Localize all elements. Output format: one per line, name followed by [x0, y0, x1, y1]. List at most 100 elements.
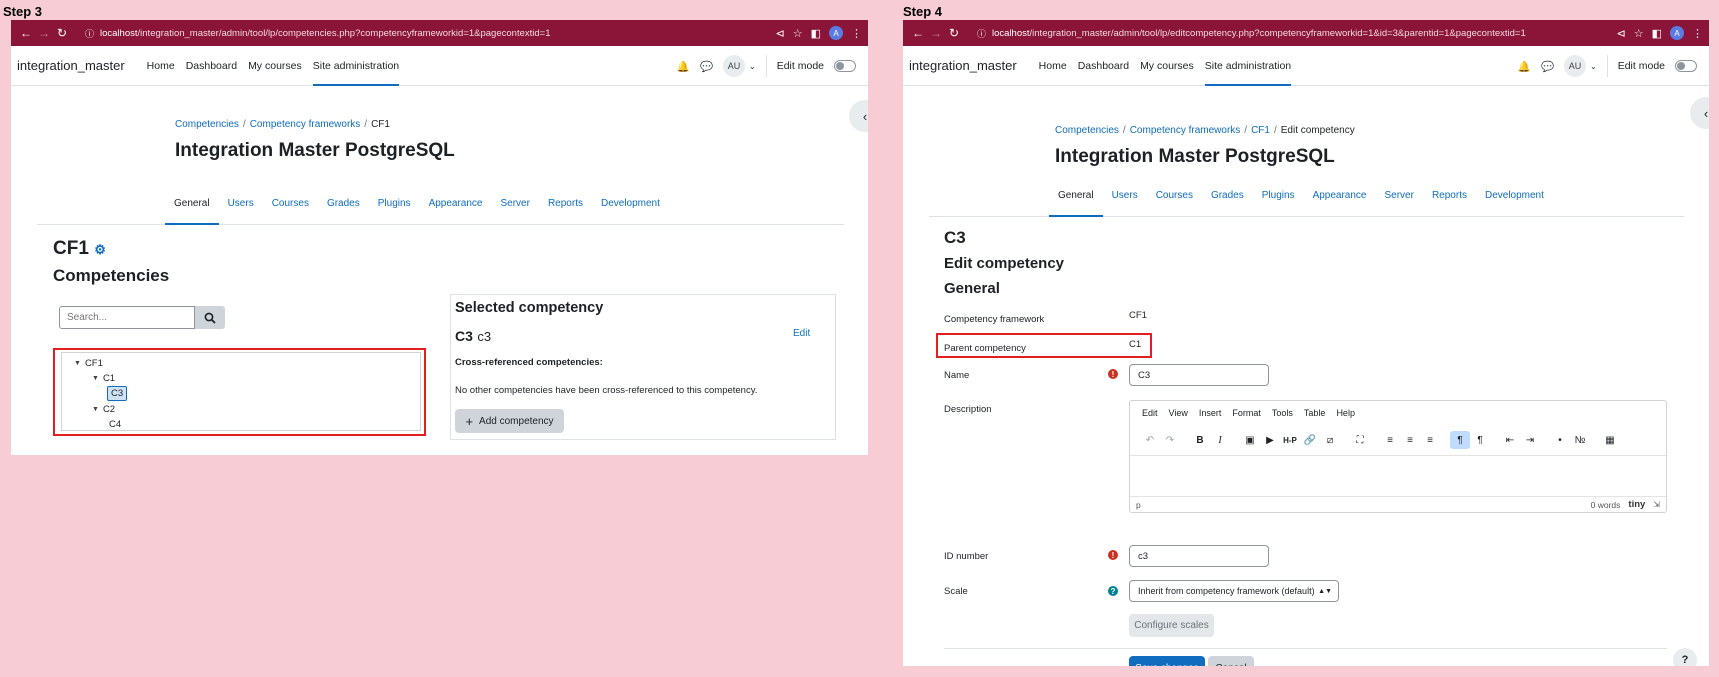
site-info-icon[interactable]: ⓘ [85, 27, 94, 40]
reload-icon[interactable]: ↻ [945, 26, 963, 40]
back-arrow-icon[interactable]: ← [909, 26, 927, 40]
tab-general[interactable]: General [165, 184, 219, 225]
add-competency-button[interactable]: + Add competency [455, 409, 564, 433]
align-left-icon[interactable]: ≡ [1380, 431, 1400, 449]
align-right-icon[interactable]: ≡ [1420, 431, 1440, 449]
notification-bell-icon[interactable]: 🔔 [1518, 60, 1531, 73]
tab-grades[interactable]: Grades [318, 184, 369, 224]
side-panel-icon[interactable]: ◧ [811, 27, 821, 40]
tab-plugins[interactable]: Plugins [1253, 176, 1304, 216]
user-menu[interactable]: AU ⌄ [723, 55, 756, 77]
numbered-list-icon[interactable]: № [1570, 431, 1590, 449]
nav-home[interactable]: Home [1039, 46, 1067, 86]
editor-menu-format[interactable]: Format [1232, 408, 1261, 418]
bullet-list-icon[interactable]: • [1550, 431, 1570, 449]
editor-menu-help[interactable]: Help [1336, 408, 1355, 418]
tab-server[interactable]: Server [1376, 176, 1423, 216]
gear-icon[interactable]: ⚙ [94, 242, 106, 257]
description-editor[interactable]: Edit View Insert Format Tools Table Help… [1129, 400, 1667, 513]
tab-users[interactable]: Users [1103, 176, 1147, 216]
forward-arrow-icon[interactable]: → [927, 26, 945, 40]
messages-icon[interactable]: 💬 [1541, 60, 1554, 73]
edit-link[interactable]: Edit [793, 328, 810, 339]
editor-content-area[interactable] [1130, 455, 1666, 489]
editor-menu-table[interactable]: Table [1304, 408, 1326, 418]
editor-menu-edit[interactable]: Edit [1142, 408, 1158, 418]
site-brand[interactable]: integration_master [909, 58, 1017, 73]
site-info-icon[interactable]: ⓘ [977, 27, 986, 40]
help-icon[interactable]: ? [1108, 586, 1118, 596]
tree-node-c1[interactable]: ▼ C1 [92, 373, 115, 384]
nav-my-courses[interactable]: My courses [1140, 46, 1194, 86]
tab-users[interactable]: Users [219, 184, 263, 224]
reload-icon[interactable]: ↻ [53, 26, 71, 40]
ltr-icon[interactable]: ¶ [1450, 431, 1470, 449]
breadcrumb-competencies[interactable]: Competencies [1055, 125, 1119, 136]
link-icon[interactable]: 🔗 [1300, 431, 1320, 449]
search-input[interactable] [59, 306, 195, 329]
italic-icon[interactable]: I [1210, 431, 1230, 449]
redo-icon[interactable]: ↷ [1160, 431, 1180, 449]
forward-arrow-icon[interactable]: → [35, 26, 53, 40]
tab-courses[interactable]: Courses [1147, 176, 1202, 216]
tab-server[interactable]: Server [492, 184, 539, 224]
indent-icon[interactable]: ⇥ [1520, 431, 1540, 449]
page-help-button[interactable]: ? [1673, 648, 1697, 666]
share-icon[interactable]: ⊲ [1617, 27, 1626, 40]
tree-node-cf1[interactable]: ▼ CF1 [74, 358, 103, 369]
browser-profile-avatar[interactable]: A [829, 26, 843, 40]
user-menu[interactable]: AU ⌄ [1564, 55, 1597, 77]
unlink-icon[interactable]: ⧄ [1320, 431, 1340, 449]
tab-reports[interactable]: Reports [1423, 176, 1476, 216]
notification-bell-icon[interactable]: 🔔 [677, 60, 690, 73]
address-bar[interactable]: ⓘ localhost /integration_master/admin/to… [969, 23, 1611, 43]
bookmark-star-icon[interactable]: ☆ [1634, 27, 1644, 40]
search-button[interactable] [195, 306, 225, 329]
nav-my-courses[interactable]: My courses [248, 46, 302, 86]
site-brand[interactable]: integration_master [17, 58, 125, 73]
edit-mode-toggle[interactable] [1675, 60, 1697, 72]
fullscreen-icon[interactable]: ⛶ [1350, 431, 1370, 449]
back-arrow-icon[interactable]: ← [17, 26, 35, 40]
tab-development[interactable]: Development [1476, 176, 1553, 216]
tree-node-c3[interactable]: C3 [107, 386, 128, 401]
outdent-icon[interactable]: ⇤ [1500, 431, 1520, 449]
nav-site-administration[interactable]: Site administration [312, 46, 400, 86]
h5p-icon[interactable]: H‑P [1280, 431, 1300, 449]
nav-dashboard[interactable]: Dashboard [186, 46, 237, 86]
bookmark-star-icon[interactable]: ☆ [793, 27, 803, 40]
calculator-icon[interactable]: ▦ [1600, 431, 1620, 449]
idnumber-input[interactable] [1129, 545, 1269, 567]
save-changes-button[interactable]: Save changes [1129, 656, 1205, 666]
tab-general[interactable]: General [1049, 176, 1103, 217]
breadcrumb-frameworks[interactable]: Competency frameworks [250, 119, 361, 130]
cancel-button[interactable]: Cancel [1208, 656, 1254, 666]
open-drawer-button[interactable]: ‹ [849, 100, 868, 132]
editor-menu-tools[interactable]: Tools [1272, 408, 1293, 418]
open-drawer-button[interactable]: ‹ [1690, 97, 1709, 129]
breadcrumb-competencies[interactable]: Competencies [175, 119, 239, 130]
tab-development[interactable]: Development [592, 184, 669, 224]
tree-node-c2[interactable]: ▼ C2 [92, 404, 115, 415]
nav-dashboard[interactable]: Dashboard [1078, 46, 1129, 86]
tab-appearance[interactable]: Appearance [420, 184, 492, 224]
edit-mode-toggle[interactable] [834, 60, 856, 72]
address-bar[interactable]: ⓘ localhost /integration_master/admin/to… [77, 23, 770, 43]
tab-grades[interactable]: Grades [1202, 176, 1253, 216]
configure-scales-button[interactable]: Configure scales [1129, 614, 1214, 637]
image-icon[interactable]: ▣ [1240, 431, 1260, 449]
rtl-icon[interactable]: ¶ [1470, 431, 1490, 449]
name-input[interactable] [1129, 364, 1269, 386]
share-icon[interactable]: ⊲ [776, 27, 785, 40]
editor-menu-insert[interactable]: Insert [1199, 408, 1222, 418]
tab-appearance[interactable]: Appearance [1304, 176, 1376, 216]
messages-icon[interactable]: 💬 [700, 60, 713, 73]
browser-menu-icon[interactable]: ⋮ [851, 27, 862, 40]
tree-node-c4[interactable]: C4 [109, 419, 121, 430]
breadcrumb-frameworks[interactable]: Competency frameworks [1130, 125, 1241, 136]
scale-select[interactable]: Inherit from competency framework (defau… [1129, 580, 1339, 602]
tab-plugins[interactable]: Plugins [369, 184, 420, 224]
bold-icon[interactable]: B [1190, 431, 1210, 449]
resize-handle-icon[interactable]: ⇲ [1653, 500, 1660, 509]
editor-menu-view[interactable]: View [1169, 408, 1188, 418]
